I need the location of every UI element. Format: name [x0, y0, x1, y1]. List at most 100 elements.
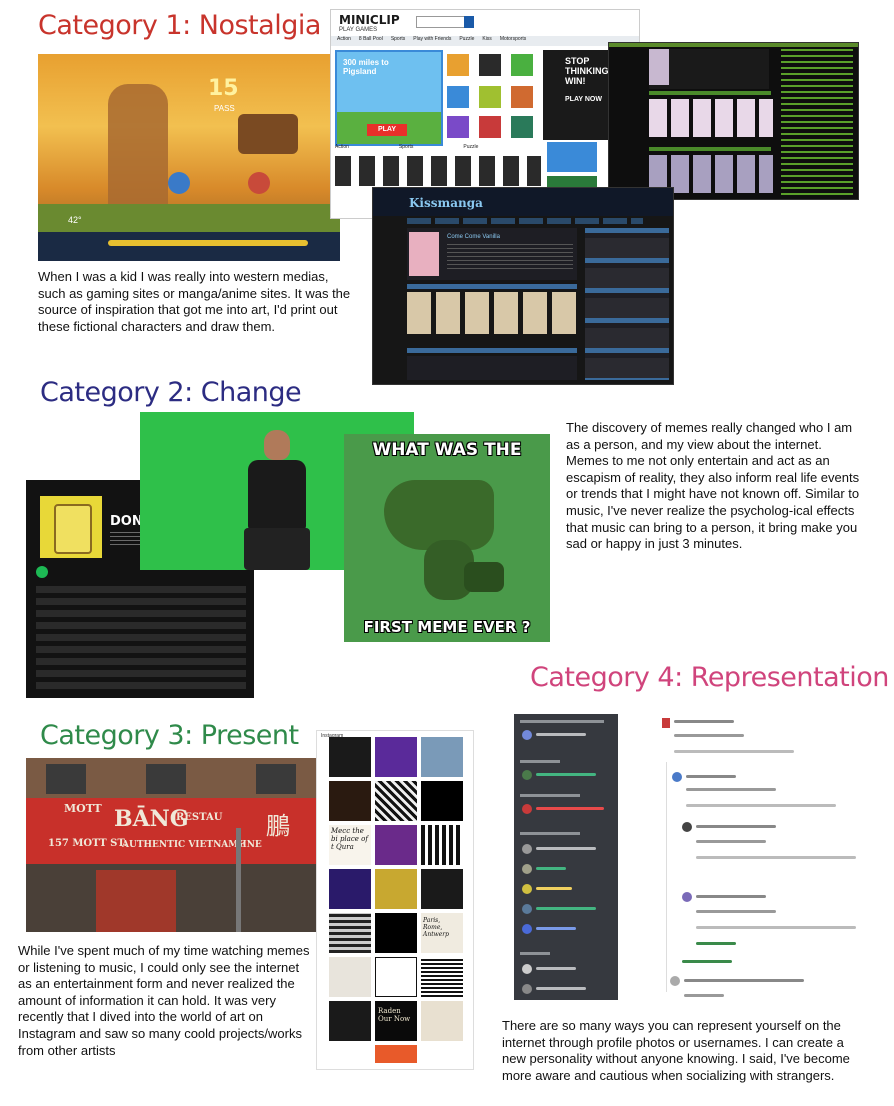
game-bottom-bar: [38, 232, 340, 261]
storefront-sign-restau: RESTAU: [176, 812, 223, 823]
category-2-text: The discovery of memes really changed wh…: [566, 420, 860, 552]
game-hud-pass: PASS: [214, 104, 235, 113]
miniclip-nav-item: Kiss: [482, 36, 492, 42]
instagram-tile: [329, 913, 371, 953]
category-3-text: While I've spent much of my time watchin…: [18, 943, 310, 1058]
miniclip-game-tile: [479, 86, 501, 108]
comment-author: [696, 895, 766, 898]
miniclip-side-tile: [547, 142, 597, 172]
manga-dark-bar: [649, 91, 771, 95]
spotify-album-art: [40, 496, 102, 558]
miniclip-logo: MINICLIP: [339, 13, 400, 27]
instagram-screenshot: Instagram Mecc the bi place of t Qura Pa…: [316, 730, 474, 1070]
miniclip-row-tiles: [335, 156, 541, 186]
discord-username: [536, 927, 576, 930]
miniclip-play-now: PLAY NOW: [565, 96, 602, 103]
instagram-tile: [375, 1045, 417, 1063]
search-icon: [464, 16, 474, 28]
comment-thread-screenshot: [654, 714, 868, 1004]
kissmanga-featured-cover: [409, 232, 439, 276]
instagram-tile: [421, 957, 463, 997]
discord-section-bar: [520, 794, 580, 797]
instagram-tile: [421, 869, 463, 909]
avatar: [662, 718, 670, 728]
storefront-window-2: [146, 764, 186, 794]
comment-actions: [674, 750, 794, 753]
greenscreen-body: [248, 460, 306, 530]
kissmanga-featured-desc: [447, 244, 573, 272]
kissmanga-sidebar: [585, 228, 669, 380]
miniclip-nav: Action 8 Ball Pool Sports Play with Frie…: [331, 36, 639, 46]
discord-section-bar: [520, 832, 580, 835]
comment-author: [696, 825, 776, 828]
instagram-tile: [375, 737, 417, 777]
miniclip-game-tile: [447, 54, 469, 76]
instagram-tile: [421, 1001, 463, 1041]
storefront-door: [96, 870, 176, 932]
game-power-bar: [108, 240, 308, 246]
instagram-tile: [329, 781, 371, 821]
meme-bottom-text: FIRST MEME EVER ?: [363, 618, 531, 636]
avatar: [682, 892, 692, 902]
instagram-tile: Raden Our Now: [375, 1001, 417, 1041]
game-character: [168, 172, 190, 194]
comment-author: [674, 720, 734, 723]
kissmanga-featured: Come Come Vanilla: [407, 228, 577, 280]
instagram-grid: Mecc the bi place of t Qura Paris, Rome,…: [329, 737, 467, 1067]
kissmanga-screenshot: Kissmanga Come Come Vanilla: [372, 187, 674, 385]
greenscreen-head: [264, 430, 290, 460]
miniclip-game-grid: [443, 50, 539, 142]
manga-dark-sidebar: [781, 49, 853, 195]
manga-site-dark-screenshot: [608, 42, 859, 200]
kissmanga-covers: [407, 292, 577, 334]
storefront-address: 157 MOTT ST.: [48, 838, 127, 849]
miniclip-section-label: Action: [335, 144, 349, 150]
comment-body: [696, 910, 776, 913]
miniclip-sub: PLAY GAMES: [339, 27, 378, 33]
miniclip-section-label: Puzzle: [463, 144, 479, 150]
game-angle: 42°: [68, 215, 82, 225]
instagram-tile: [375, 869, 417, 909]
miniclip-game-tile: [447, 116, 469, 138]
instagram-tile: [375, 781, 417, 821]
discord-screenshot: [514, 714, 618, 1000]
miniclip-section-label: Sports: [398, 144, 414, 150]
kissmanga-nav: [407, 218, 643, 224]
instagram-tile: [329, 957, 371, 997]
instagram-tile: [421, 737, 463, 777]
storefront-photo: MOTT BĀNG RESTAU 鵬 157 MOTT ST. AUTHENTI…: [26, 758, 317, 932]
manga-dark-bar-2: [649, 147, 771, 151]
manga-dark-banner: [649, 49, 769, 89]
instagram-tile: [329, 1001, 371, 1041]
miniclip-nav-item: Sports: [390, 36, 406, 42]
game-ground: [38, 204, 340, 234]
instagram-tile: [421, 825, 463, 865]
game-tree-hut: [238, 114, 298, 154]
manga-dark-cover: [649, 49, 669, 85]
manga-dark-covers: [649, 99, 773, 137]
discord-section-bar: [520, 760, 560, 763]
instagram-tile: [375, 957, 417, 997]
avatar: [522, 844, 532, 854]
avatar: [522, 984, 532, 994]
comment-actions: [696, 856, 856, 859]
miniclip-nav-item: Play with Friends: [413, 36, 452, 42]
category-2-title: Category 2: Change: [40, 377, 302, 408]
thread-line: [666, 762, 667, 992]
meme-top-text: WHAT WAS THE: [372, 440, 522, 460]
spotify-album-figure: [54, 504, 92, 554]
instagram-tile-text: Mecc the bi place of t Qura: [331, 827, 368, 851]
miniclip-game-tile: [511, 116, 533, 138]
instagram-tile: [421, 781, 463, 821]
miniclip-nav-item: Puzzle: [459, 36, 475, 42]
category-4-text: There are so many ways you can represent…: [502, 1018, 850, 1083]
miniclip-banner-title: 300 miles to Pigsland: [343, 58, 389, 76]
storefront-chinese: 鵬: [266, 812, 290, 840]
discord-username: [536, 907, 596, 910]
miniclip-section-row: Action Sports Puzzle: [335, 144, 541, 152]
game-hud-number: 15: [208, 76, 239, 101]
storefront-subtitle: AUTHENTIC VIETNAME: [122, 840, 246, 850]
avatar: [522, 884, 532, 894]
comment-author: [686, 775, 736, 778]
instagram-tile: Mecc the bi place of t Qura: [329, 825, 371, 865]
